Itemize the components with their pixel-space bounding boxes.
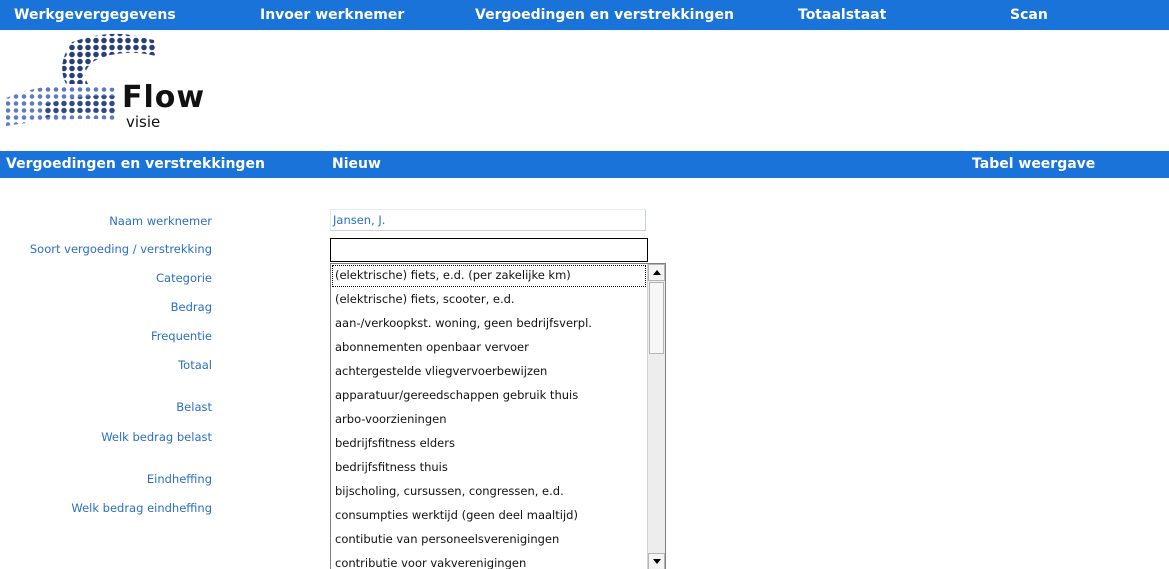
dropdown-option[interactable]: (elektrische) fiets, e.d. (per zakelijke… bbox=[331, 264, 647, 288]
label-soort-vergoeding: Soort vergoeding / verstrekking bbox=[29, 242, 212, 256]
label-welk-bedrag-belast: Welk bedrag belast bbox=[101, 430, 212, 444]
dropdown-option[interactable]: contibutie van personeelsverenigingen bbox=[331, 528, 647, 552]
naam-werknemer-field[interactable]: Jansen, J. bbox=[330, 209, 646, 231]
label-eindheffing: Eindheffing bbox=[146, 472, 212, 486]
label-totaal: Totaal bbox=[178, 358, 212, 372]
dropdown-option[interactable]: contributie voor vakverenigingen bbox=[331, 552, 647, 569]
soort-vergoeding-combobox[interactable] bbox=[330, 238, 648, 262]
dropdown-option[interactable]: bedrijfsfitness thuis bbox=[331, 456, 647, 480]
section-bar: Vergoedingen en verstrekkingen Nieuw Tab… bbox=[0, 151, 1169, 178]
label-naam-werknemer: Naam werknemer bbox=[109, 214, 212, 228]
dropdown-option[interactable]: bedrijfsfitness elders bbox=[331, 432, 647, 456]
dropdown-option[interactable]: bijscholing, cursussen, congressen, e.d. bbox=[331, 480, 647, 504]
scroll-down-button[interactable] bbox=[648, 553, 665, 569]
nav-werkgevergegevens[interactable]: Werkgevergegevens bbox=[14, 0, 176, 30]
nav-invoer-werknemer[interactable]: Invoer werknemer bbox=[260, 0, 404, 30]
flow-visie-logo: Flow visie bbox=[4, 30, 236, 134]
dropdown-option[interactable]: aan-/verkoopkst. woning, geen bedrijfsve… bbox=[331, 312, 647, 336]
dropdown-option[interactable]: abonnementen openbaar vervoer bbox=[331, 336, 647, 360]
section-title: Vergoedingen en verstrekkingen bbox=[6, 156, 265, 172]
dropdown-scrollbar[interactable] bbox=[647, 264, 665, 569]
dropdown-option[interactable]: arbo-voorzieningen bbox=[331, 408, 647, 432]
soort-dropdown-list[interactable]: (elektrische) fiets, e.d. (per zakelijke… bbox=[330, 263, 666, 569]
new-button[interactable]: Nieuw bbox=[332, 151, 381, 178]
dropdown-option[interactable]: achtergestelde vliegvervoerbewijzen bbox=[331, 360, 647, 384]
table-view-button[interactable]: Tabel weergave bbox=[972, 151, 1095, 178]
label-bedrag: Bedrag bbox=[170, 300, 212, 314]
label-belast: Belast bbox=[176, 400, 212, 414]
dropdown-option[interactable]: apparatuur/gereedschappen gebruik thuis bbox=[331, 384, 647, 408]
arrow-down-icon bbox=[653, 559, 661, 564]
dropdown-options: (elektrische) fiets, e.d. (per zakelijke… bbox=[331, 264, 647, 569]
logo-subword: visie bbox=[126, 113, 161, 131]
top-navigation: Werkgevergegevens Invoer werknemer Vergo… bbox=[0, 0, 1169, 30]
nav-vergoedingen-en-verstrekkingen[interactable]: Vergoedingen en verstrekkingen bbox=[475, 0, 734, 30]
label-frequentie: Frequentie bbox=[150, 329, 212, 343]
nav-scan[interactable]: Scan bbox=[1010, 0, 1048, 30]
logo-word: Flow bbox=[122, 80, 206, 115]
dropdown-option[interactable]: consumpties werktijd (geen deel maaltijd… bbox=[331, 504, 647, 528]
label-categorie: Categorie bbox=[156, 271, 212, 285]
arrow-up-icon bbox=[653, 270, 661, 275]
scroll-thumb[interactable] bbox=[649, 282, 664, 354]
label-welk-bedrag-eindheffing: Welk bedrag eindheffing bbox=[71, 501, 212, 515]
nav-totaalstaat[interactable]: Totaalstaat bbox=[798, 0, 886, 30]
dropdown-option[interactable]: (elektrische) fiets, scooter, e.d. bbox=[331, 288, 647, 312]
scroll-up-button[interactable] bbox=[648, 264, 665, 281]
